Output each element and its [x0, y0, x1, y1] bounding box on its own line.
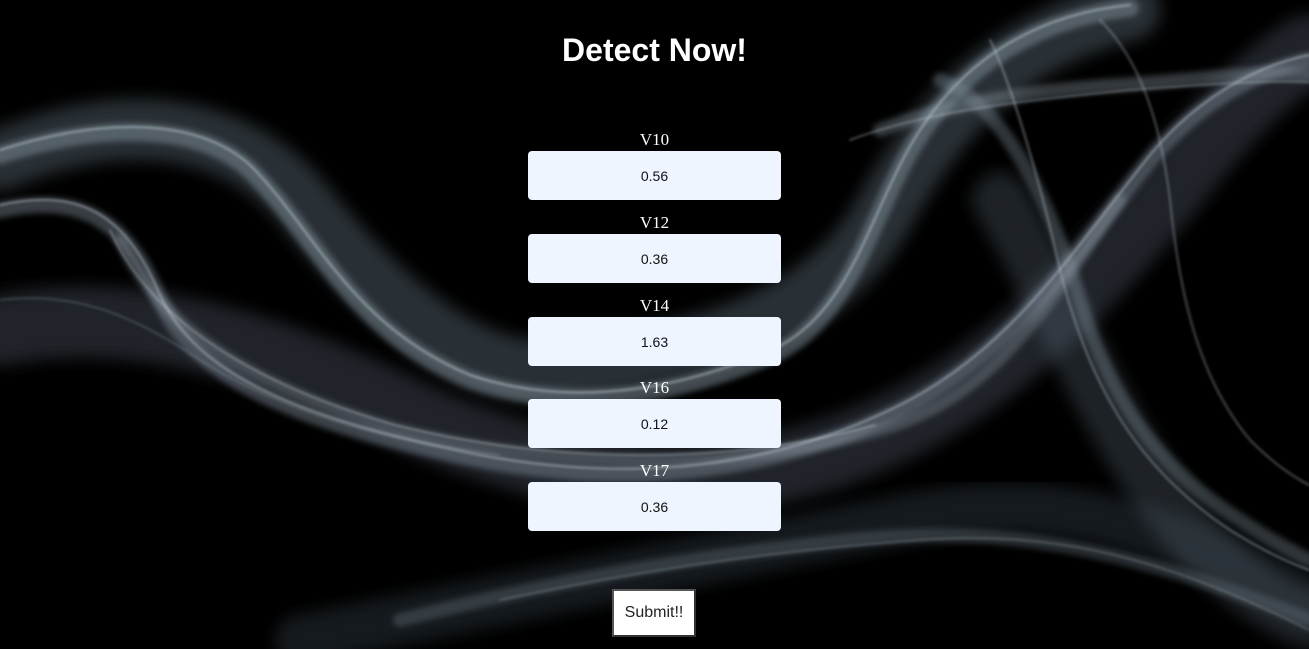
input-v10[interactable] [528, 151, 781, 200]
field-v10: V10 [528, 130, 781, 200]
field-label-v16: V16 [639, 378, 670, 397]
field-v14: V14 [528, 296, 781, 366]
field-v16: V16 [528, 378, 781, 448]
input-v14[interactable] [528, 317, 781, 366]
field-label-v17: V17 [639, 461, 670, 480]
field-v17: V17 [528, 461, 781, 531]
field-label-v10: V10 [639, 130, 670, 149]
field-v12: V12 [528, 213, 781, 283]
page: Detect Now! V10 V12 V14 V16 V17 Submit!! [0, 0, 1309, 649]
input-v12[interactable] [528, 234, 781, 283]
field-label-v14: V14 [639, 296, 670, 315]
page-title: Detect Now! [562, 32, 747, 68]
field-label-v12: V12 [639, 213, 670, 232]
input-v16[interactable] [528, 399, 781, 448]
submit-button[interactable]: Submit!! [612, 589, 696, 637]
input-v17[interactable] [528, 482, 781, 531]
